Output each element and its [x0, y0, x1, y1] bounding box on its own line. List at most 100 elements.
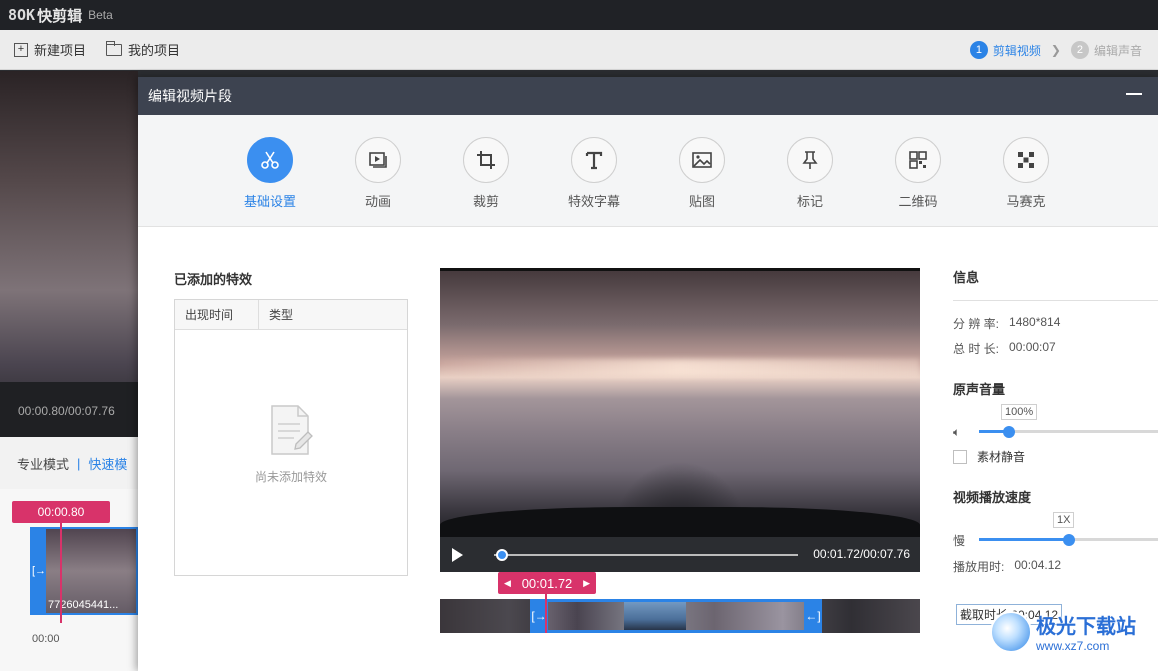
- tab-label: 特效字幕: [567, 194, 620, 209]
- text-icon: [571, 137, 617, 183]
- timeline-playhead[interactable]: [60, 523, 62, 623]
- tab-effect-subtitles[interactable]: 特效字幕: [540, 137, 648, 226]
- trim-handle-right[interactable]: ←]: [804, 599, 822, 633]
- tab-crop[interactable]: 裁剪: [432, 137, 540, 226]
- app-beta-label: Beta: [88, 8, 113, 22]
- tab-mosaic[interactable]: 马赛克: [972, 137, 1080, 226]
- step-number: 2: [1070, 41, 1089, 59]
- speed-slider-fill: [979, 538, 1069, 541]
- resolution-row: 分 辨 率: 1480*814: [953, 315, 1158, 332]
- tab-sticker[interactable]: 贴图: [648, 137, 756, 226]
- step-indicator: 1 剪辑视频 ❯ 2 编辑声音: [969, 30, 1142, 70]
- folder-icon: [106, 40, 123, 56]
- mute-row: 素材静音: [953, 448, 1158, 465]
- triangle-left-icon[interactable]: ◀: [504, 578, 511, 589]
- effects-title: 已添加的特效: [174, 272, 253, 287]
- background-timeline: [→ 7726045441... 00:00.80 00:00: [0, 489, 138, 671]
- resolution-value: 1480*814: [1009, 315, 1061, 329]
- column-header-type[interactable]: 类型: [259, 300, 293, 329]
- chevron-right-icon: ❯: [1050, 43, 1061, 57]
- new-project-label: 新建项目: [34, 43, 87, 58]
- speaker-icon[interactable]: 🔈︎: [953, 425, 973, 440]
- video-glow: [440, 359, 920, 377]
- progress-knob[interactable]: [496, 549, 509, 561]
- effects-table: 出现时间 类型 尚未添加特效: [174, 299, 408, 576]
- image-icon: [679, 137, 725, 183]
- tab-label: 标记: [796, 194, 823, 209]
- mode-separator: |: [77, 455, 81, 471]
- app-titlebar: 8OK 快剪辑 Beta: [0, 0, 1158, 30]
- new-project-button[interactable]: + 新建项目: [14, 40, 86, 59]
- tab-basic-settings[interactable]: 基础设置: [216, 137, 324, 226]
- tab-label: 贴图: [688, 194, 715, 209]
- filmstrip-dim-left: [440, 599, 530, 633]
- timeline-clip[interactable]: [→ 7726045441...: [30, 527, 138, 615]
- clip-name: 7726045441...: [48, 599, 119, 611]
- pin-icon: [787, 137, 833, 183]
- timeline-time-marker[interactable]: 00:00.80: [12, 501, 110, 523]
- empty-document-icon: [271, 405, 313, 455]
- animation-icon: [355, 137, 401, 183]
- step-label: 剪辑视频: [992, 43, 1041, 58]
- timeline-zero-label: 00:00: [32, 633, 60, 645]
- player-time: 00:01.72/00:07.76: [813, 547, 910, 561]
- effects-table-header: 出现时间 类型: [175, 300, 407, 330]
- mode-fast-tab[interactable]: 快速模: [88, 454, 127, 473]
- tab-qrcode[interactable]: 二维码: [864, 137, 972, 226]
- tab-label: 二维码: [898, 194, 938, 209]
- play-time-label: 播放用时:: [953, 560, 1005, 574]
- volume-slider-row: 🔈︎: [953, 424, 1158, 440]
- watermark-url: www.xz7.com: [1036, 639, 1110, 653]
- speed-slider-row: 慢: [953, 532, 1158, 548]
- step-edit-audio[interactable]: 2 编辑声音: [1070, 41, 1142, 59]
- my-projects-label: 我的项目: [128, 43, 181, 58]
- video-frame[interactable]: [440, 271, 920, 537]
- mute-checkbox[interactable]: [953, 449, 967, 464]
- app-name: 快剪辑: [37, 7, 83, 25]
- watermark-text: 极光下载站 www.xz7.com: [1036, 610, 1136, 653]
- crop-icon: [463, 137, 509, 183]
- duration-label: 总 时 长:: [953, 342, 1000, 356]
- resolution-label: 分 辨 率:: [953, 317, 1000, 331]
- volume-title: 原声音量: [953, 382, 1006, 397]
- tab-label: 动画: [364, 194, 391, 209]
- volume-slider-knob[interactable]: [1003, 426, 1016, 438]
- tab-label: 基础设置: [243, 194, 296, 209]
- trim-selection[interactable]: [530, 599, 822, 633]
- volume-value-tooltip: 100%: [1001, 404, 1038, 420]
- watermark-name: 极光下载站: [1036, 616, 1136, 638]
- speed-title: 视频播放速度: [953, 490, 1032, 505]
- mode-pro-tab[interactable]: 专业模式: [17, 454, 69, 473]
- clip-handle-left[interactable]: [→: [32, 529, 46, 613]
- trim-time-marker[interactable]: ◀ 00:01.72 ▶: [498, 572, 596, 594]
- mute-label: 素材静音: [977, 450, 1026, 464]
- info-panel: 信息 分 辨 率: 1480*814 总 时 长: 00:00:07 原声音量 …: [953, 267, 1158, 575]
- tab-label: 马赛克: [1006, 194, 1046, 209]
- filmstrip-dim-right: [822, 599, 920, 633]
- play-icon[interactable]: [452, 547, 463, 562]
- play-time-value: 00:04.12: [1014, 558, 1062, 572]
- progress-bar[interactable]: [494, 549, 798, 561]
- info-title: 信息: [953, 270, 980, 285]
- scissors-icon: [247, 137, 293, 183]
- tab-marker[interactable]: 标记: [756, 137, 864, 226]
- site-watermark: 极光下载站 www.xz7.com: [990, 610, 1136, 653]
- empty-state: 尚未添加特效: [175, 404, 407, 485]
- step-edit-video[interactable]: 1 剪辑视频: [969, 41, 1041, 59]
- tab-animation[interactable]: 动画: [324, 137, 432, 226]
- triangle-right-icon[interactable]: ▶: [583, 578, 590, 589]
- trim-playhead[interactable]: [545, 594, 547, 633]
- slow-label: 慢: [953, 533, 966, 548]
- filmstrip[interactable]: [→ ←]: [440, 599, 920, 633]
- play-time-row: 播放用时: 00:04.12: [953, 558, 1158, 575]
- column-header-time[interactable]: 出现时间: [175, 300, 259, 329]
- duration-row: 总 时 长: 00:00:07: [953, 340, 1158, 357]
- qrcode-icon: [895, 137, 941, 183]
- plus-icon: +: [14, 42, 28, 57]
- speed-slider-knob[interactable]: [1062, 534, 1075, 546]
- minimize-icon[interactable]: [1126, 93, 1142, 95]
- my-projects-button[interactable]: 我的项目: [106, 40, 180, 59]
- step-number: 1: [969, 41, 988, 59]
- tool-tabs: 基础设置 动画 裁剪 特效字幕 贴图 标记 二维码 马赛克: [138, 115, 1158, 227]
- trim-marker-time: 00:01.72: [521, 575, 573, 591]
